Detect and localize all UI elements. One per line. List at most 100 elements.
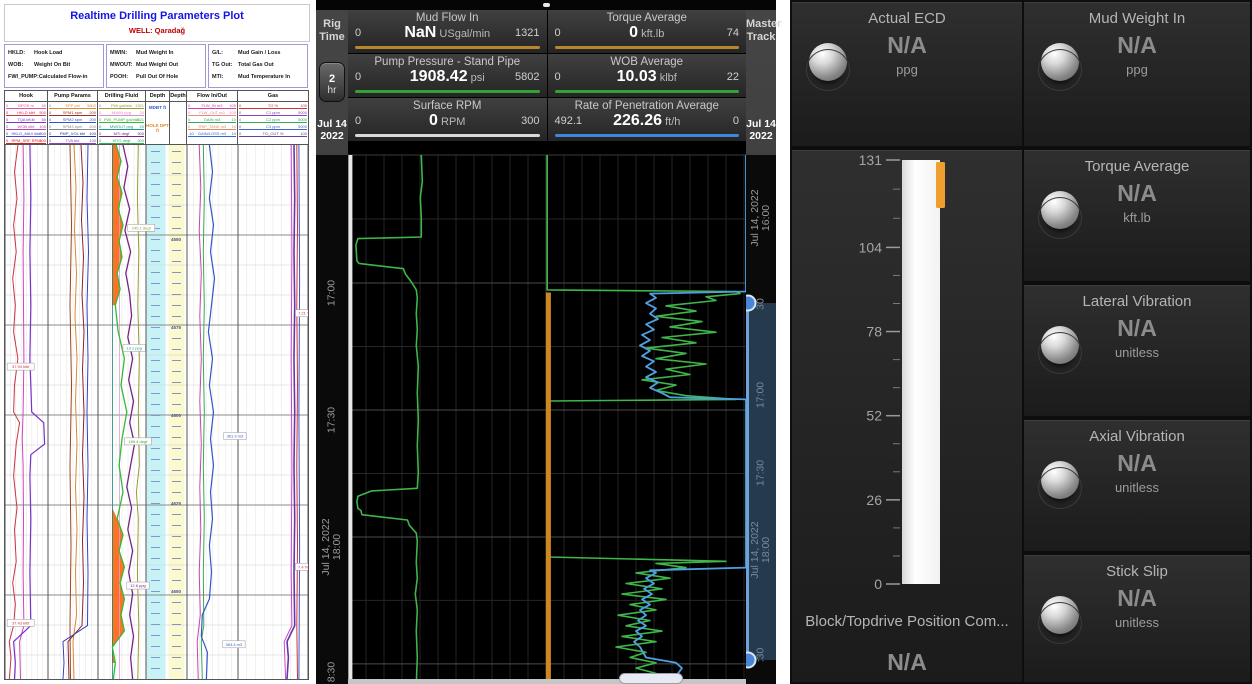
readout-card-stick-slip[interactable]: Stick SlipN/Aunitless: [1024, 555, 1250, 682]
scale-row: 0RPM_SRF RPM300: [5, 137, 47, 144]
gauge-unit: USgal/min: [436, 28, 490, 40]
scale-row: 0WOB klbf100: [5, 123, 47, 130]
strip-chart-svg: [348, 142, 746, 684]
svg-text:13.1 ppg: 13.1 ppg: [126, 345, 142, 350]
readout-card-mud-weight-in[interactable]: Mud Weight InN/Appg: [1024, 2, 1250, 146]
status-led-icon: [1041, 191, 1079, 229]
scale-column-flow-in-out: Flow In/Out0FLW_IN m31000FLW_OUT m31000G…: [187, 91, 238, 145]
legend-desc: Total Gas Out: [238, 62, 274, 68]
legend-desc: Mud Weight Out: [136, 62, 178, 68]
scale-line: [239, 136, 307, 137]
svg-text:37.43 klbf: 37.43 klbf: [12, 620, 30, 625]
legend-abbr: TG Out:: [212, 59, 238, 71]
legend-column-3: G/L:Mud Gain / LossTG Out:Total Gas OutM…: [208, 44, 308, 88]
scale-row: 0TG_OUT %100: [238, 130, 308, 137]
scrollbar-thumb[interactable]: [619, 673, 683, 684]
rig-time-label-line1: Rig: [323, 18, 341, 30]
svg-text:4625: 4625: [171, 501, 182, 506]
time-range-value: 2: [320, 73, 344, 85]
status-led-icon: [1041, 43, 1079, 81]
well-name: WELL: Qaradağ: [5, 26, 309, 35]
legend-abbr: MWIN:: [110, 47, 136, 59]
drilling-dashboard: Realtime Drilling Parameters Plot WELL: …: [0, 0, 1252, 684]
scale-row: 0TRIP_TANK m310: [187, 123, 237, 130]
master-date-line1: Jul 14: [746, 118, 776, 130]
legend-abbr: MTI:: [212, 71, 238, 83]
gauge-surface-rpm: Surface RPM03000 RPM: [348, 98, 547, 141]
scale-row: 0HKLD_MAX klbf600: [5, 130, 47, 137]
legend-desc: Calculated Flow-in: [39, 74, 88, 80]
strip-chart[interactable]: [348, 142, 746, 684]
camera-notch-icon: [543, 3, 550, 7]
scale-row: 0SPM2 spm200: [48, 116, 97, 123]
gauge-scale-bar: [355, 90, 540, 93]
gauge-value: 0 kft.lb: [548, 24, 747, 42]
scale-row: 0GAIN m310: [187, 116, 237, 123]
scale-row: 0TQA kft.lb50: [5, 116, 47, 123]
scale-row: 0BPOS m50: [5, 102, 47, 109]
legend-entry: MWOUT:Mud Weight Out: [110, 59, 202, 71]
gauge-title: Torque Average: [548, 12, 747, 24]
gauge-rate-of-penetration-average: Rate of Penetration Average492.10226.26 …: [548, 98, 747, 141]
svg-text:7.21 %: 7.21 %: [298, 311, 308, 316]
scale-row: 0C3 ppm5000: [238, 123, 308, 130]
master-track-label-line2: Track: [747, 31, 776, 43]
readout-card-axial-vibration[interactable]: Axial VibrationN/Aunitless: [1024, 420, 1250, 551]
gauge-title: WOB Average: [548, 56, 747, 68]
welllog-plot[interactable]: 4550457546004625465037.94 klbf37.43 klbf…: [4, 144, 309, 680]
master-track-sidebar: Master Track Jul 14 2022 Jul 14, 202216:…: [746, 10, 776, 684]
gauge-scale-bar: [355, 46, 540, 49]
svg-text:363.4 m3: 363.4 m3: [226, 642, 243, 647]
scale-column-title: Hook: [5, 91, 47, 102]
scale-row: 0TVA bbl100: [48, 137, 97, 144]
time-axis: 17:0017:30Jul 14, 202218:008:30: [316, 155, 348, 684]
chart-date-line2: 2022: [320, 130, 343, 142]
depth-unit-note: HOLE DPT ft: [146, 123, 169, 133]
gauge-value: 226.26 ft/h: [548, 112, 747, 130]
legend-column-1: HKLD:Hook LoadWOB:Weight On BitFWI_PUMP:…: [4, 44, 104, 88]
scale-row: 0FLW_OUT m3100: [187, 109, 237, 116]
page-title: Realtime Drilling Parameters Plot: [5, 10, 309, 22]
scale-row: 0MWIN ppg20: [98, 109, 145, 116]
legend-entry: POOH:Pull Out Of Hole: [110, 71, 202, 83]
scale-row: 0HKLD klbf500: [5, 109, 47, 116]
block-position-gauge[interactable]: 1311047852260Block/Topdrive Position Com…: [792, 150, 1022, 682]
legend-entry: MTI:Mud Temperature In: [212, 71, 304, 83]
scale-line: [188, 136, 236, 137]
readouts-panel: Actual ECDN/AppgMud Weight InN/AppgTorqu…: [790, 0, 1252, 684]
master-track-axis[interactable]: Jul 14, 202216:003017:0017:30Jul 14, 202…: [746, 155, 776, 684]
gauge-torque-average: Torque Average0740 kft.lb: [548, 10, 747, 53]
scale-row: 0FWI_PUMP gal/min1321: [98, 116, 145, 123]
svg-text:7.4 %: 7.4 %: [298, 564, 308, 569]
legend-entry: WOB:Weight On Bit: [8, 59, 100, 71]
readout-card-torque-average[interactable]: Torque AverageN/Akft.lb: [1024, 150, 1250, 281]
readout-card-actual-ecd[interactable]: Actual ECDN/Appg: [792, 2, 1022, 146]
scale-column-title: Drilling Fluid: [98, 91, 145, 102]
gauge-header: Mud Flow In01321NaN USgal/minTorque Aver…: [348, 10, 746, 142]
gauge-pump-pressure-stand-pipe: Pump Pressure - Stand Pipe058021908.42 p…: [348, 54, 547, 97]
scale-row: 0C2 ppm5000: [238, 116, 308, 123]
gauge-title: Pump Pressure - Stand Pipe: [348, 56, 547, 68]
scale-column-depth: Depth: [170, 91, 187, 145]
legend-entry: TG Out:Total Gas Out: [212, 59, 304, 71]
gauge-value: N/A: [792, 649, 1022, 676]
scale-row: 0MTO degf300: [98, 137, 145, 144]
scale-row: 0SPM1 spm200: [48, 109, 97, 116]
master-track-selection[interactable]: [746, 303, 776, 661]
svg-text:12.6 ppg: 12.6 ppg: [130, 583, 146, 588]
scale-column-pump-params: Pump Params0SPP psi58020SPM1 spm2000SPM2…: [48, 91, 98, 145]
time-range-button[interactable]: 2 hr: [319, 62, 345, 102]
card-title: Stick Slip: [1024, 563, 1250, 580]
gauge-unit: RPM: [438, 116, 466, 128]
card-title: Torque Average: [1024, 158, 1250, 175]
gauge-scale-bar: [555, 46, 740, 49]
master-track-label-line1: Master: [746, 18, 781, 30]
readout-card-lateral-vibration[interactable]: Lateral VibrationN/Aunitless: [1024, 285, 1250, 416]
svg-text:52: 52: [866, 408, 882, 424]
gauge-scale-bar: [555, 90, 740, 93]
gauge-title: Rate of Penetration Average: [548, 100, 747, 112]
rig-time-panel: Rig Time 2 hr Jul 14 2022 17:0017:30Jul …: [316, 0, 776, 684]
horizontal-scrollbar[interactable]: [348, 679, 746, 684]
gauge-unit: klbf: [657, 72, 677, 84]
status-led-icon: [809, 43, 847, 81]
